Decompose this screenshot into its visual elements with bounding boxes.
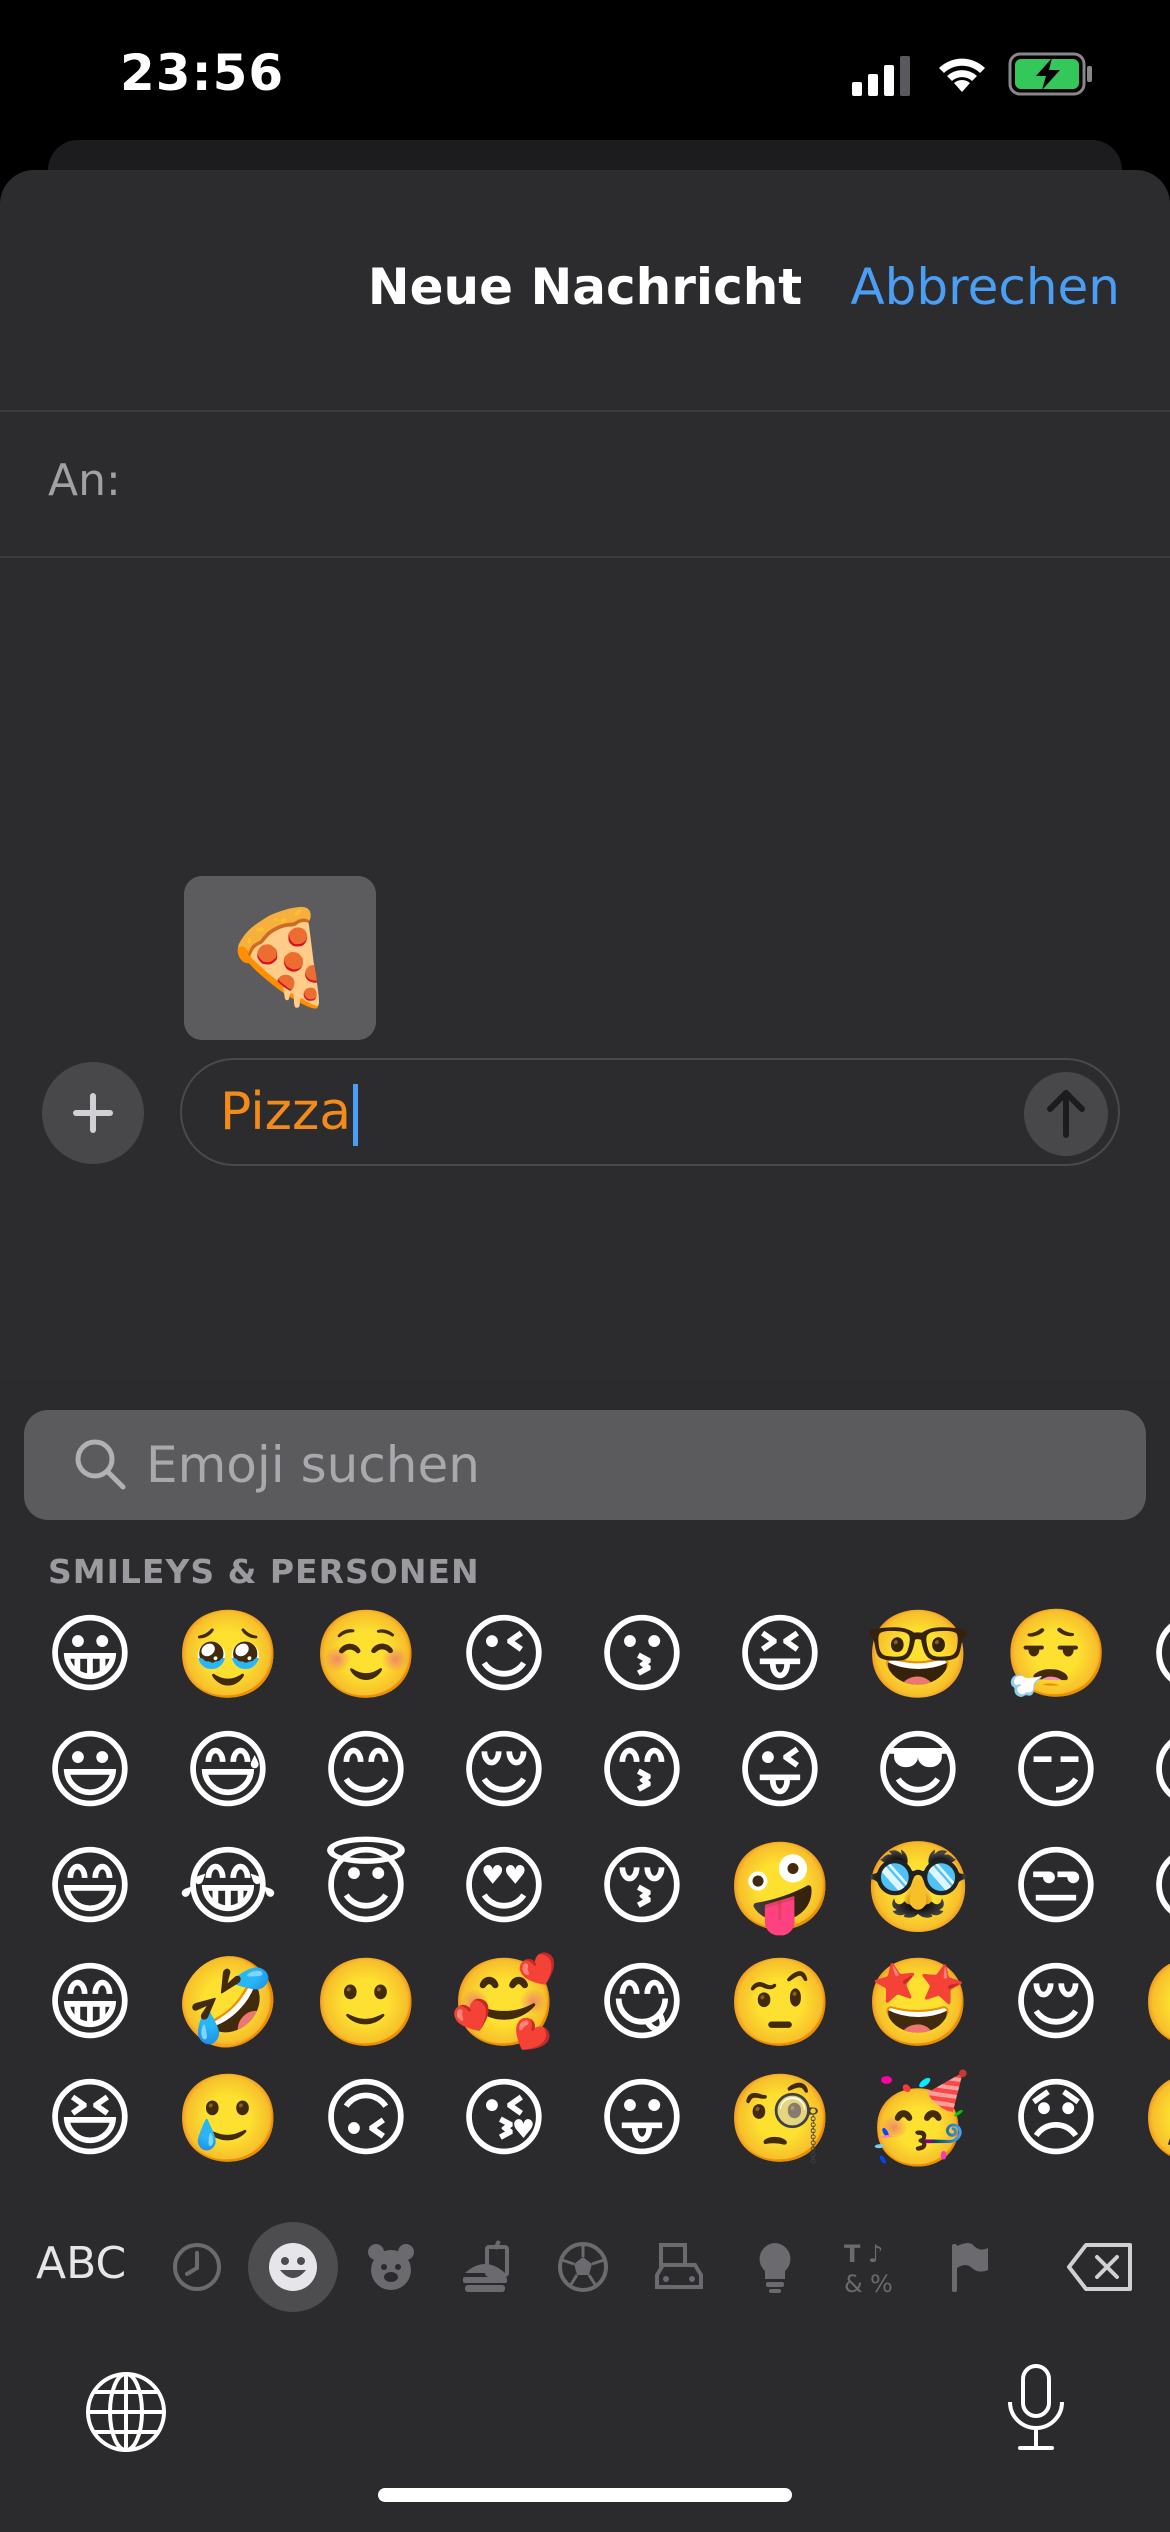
emoji-key[interactable]: 🤪 xyxy=(725,1832,835,1942)
wifi-icon xyxy=(939,58,985,92)
divider xyxy=(0,410,1170,412)
emoji-grid: 😀 😃 😄 😁 😆 🥹 😅 😂 🤣 🥲 ☺️ 😊 😇 🙂 🙃 😉 😌 😍 🥰 😘 😗 😙 😚 😋 😛 😝 😜 🤪 🤨 🧐 🤓 😎 🥸 🤩 🥳 😮‍💨 😏… xyxy=(0,1600,1170,2180)
emoji-key[interactable]: 😀 xyxy=(35,1600,145,1710)
search-icon xyxy=(75,1439,126,1490)
pizza-emoji: 🍕 xyxy=(222,904,338,1011)
emoji-key[interactable]: 😂 xyxy=(173,1832,283,1942)
animal-icon xyxy=(368,2244,414,2290)
symbols-icon: T ♪ & % xyxy=(844,2240,893,2296)
emoji-key[interactable]: 😮‍💨 xyxy=(1001,1600,1111,1710)
flags-icon xyxy=(952,2243,988,2292)
globe-icon[interactable] xyxy=(84,2370,168,2454)
emoji-key[interactable]: 😗 xyxy=(587,1600,697,1710)
tab-smileys[interactable] xyxy=(248,2222,338,2312)
emoji-key[interactable]: 🥹 xyxy=(173,1600,283,1710)
home-indicator xyxy=(378,2488,792,2502)
emoji-key[interactable]: 😃 xyxy=(35,1716,145,1826)
emoji-key[interactable]: ☺️ xyxy=(311,1600,421,1710)
emoji-key[interactable]: 😁 xyxy=(35,1948,145,2058)
tab-symbols[interactable]: T ♪ & % xyxy=(826,2222,916,2312)
emoji-key[interactable]: 😔 xyxy=(1139,1600,1170,1710)
tab-objects[interactable] xyxy=(730,2222,820,2312)
tab-recent[interactable] xyxy=(152,2222,242,2312)
emoji-category-bar: ABC T ♪ & % xyxy=(0,2200,1170,2330)
emoji-key[interactable]: 😕 xyxy=(1139,1832,1170,1942)
svg-text:T: T xyxy=(844,2240,861,2268)
emoji-key[interactable]: 😄 xyxy=(35,1832,145,1942)
emoji-key[interactable]: 🤣 xyxy=(173,1948,283,2058)
emoji-key[interactable]: 🤓 xyxy=(863,1600,973,1710)
tab-travel[interactable] xyxy=(634,2222,724,2312)
emoji-search-field[interactable]: Emoji suchen xyxy=(24,1410,1146,1520)
delete-button[interactable] xyxy=(1050,2222,1150,2312)
emoji-key[interactable]: 😊 xyxy=(311,1716,421,1826)
message-text: Pizza xyxy=(220,1082,352,1142)
text-cursor xyxy=(353,1084,359,1146)
new-message-sheet: Neue Nachricht Abbrechen An: xyxy=(0,170,1170,1380)
emoji-key[interactable]: 😘 xyxy=(449,2064,559,2174)
emoji-key[interactable]: 😙 xyxy=(587,1716,697,1826)
smiley-icon xyxy=(269,2243,317,2291)
emoji-key[interactable]: ☹️ xyxy=(1139,2064,1170,2174)
tab-activity[interactable] xyxy=(538,2222,628,2312)
svg-text:&: & xyxy=(844,2270,863,2296)
delete-backspace-icon xyxy=(1067,2243,1132,2291)
emoji-suggestion-button[interactable]: 🍕 xyxy=(184,876,376,1040)
status-bar: 23:56 xyxy=(0,0,1170,150)
abc-keyboard-button[interactable]: ABC xyxy=(36,2238,126,2289)
emoji-key[interactable]: 🙁 xyxy=(1139,1948,1170,2058)
arrow-up-icon xyxy=(1047,1090,1085,1138)
emoji-key[interactable]: 🧐 xyxy=(725,2064,835,2174)
objects-icon xyxy=(759,2243,791,2293)
add-attachment-button[interactable] xyxy=(42,1062,144,1164)
food-icon xyxy=(463,2240,509,2292)
emoji-search-placeholder: Emoji suchen xyxy=(146,1436,480,1494)
divider xyxy=(0,556,1170,558)
emoji-key[interactable]: 😒 xyxy=(1001,1832,1111,1942)
emoji-key[interactable]: 😆 xyxy=(35,2064,145,2174)
cellular-signal-icon xyxy=(852,56,910,96)
emoji-key[interactable]: 😋 xyxy=(587,1948,697,2058)
emoji-key[interactable]: 😏 xyxy=(1001,1716,1111,1826)
emoji-category-title: SMILEYS & PERSONEN xyxy=(48,1552,480,1591)
send-button[interactable] xyxy=(1024,1072,1108,1156)
emoji-key[interactable]: 😜 xyxy=(725,1716,835,1826)
emoji-key[interactable]: 🥲 xyxy=(173,2064,283,2174)
microphone-icon[interactable] xyxy=(1004,2362,1068,2454)
plus-icon xyxy=(73,1093,113,1133)
emoji-key[interactable]: 😝 xyxy=(725,1600,835,1710)
emoji-key[interactable]: 😎 xyxy=(863,1716,973,1826)
cancel-button[interactable]: Abbrechen xyxy=(850,258,1120,316)
activity-icon xyxy=(558,2242,608,2292)
status-time: 23:56 xyxy=(120,44,285,102)
emoji-key[interactable]: 😌 xyxy=(1001,1948,1111,2058)
emoji-key[interactable]: 🥸 xyxy=(863,1832,973,1942)
emoji-key[interactable]: 😛 xyxy=(587,2064,697,2174)
emoji-key[interactable]: 😍 xyxy=(449,1832,559,1942)
tab-flags[interactable] xyxy=(924,2222,1014,2312)
battery-charging-icon xyxy=(1008,52,1092,96)
emoji-keyboard: Emoji suchen SMILEYS & PERSONEN 😀 😃 😄 😁 😆 🥹 😅 😂… xyxy=(0,1380,1170,2532)
recipient-label[interactable]: An: xyxy=(48,455,121,506)
tab-animals[interactable] xyxy=(346,2222,436,2312)
emoji-key[interactable]: 🤩 xyxy=(863,1948,973,2058)
emoji-key[interactable]: 🥰 xyxy=(449,1948,559,2058)
emoji-key[interactable]: 🙃 xyxy=(311,2064,421,2174)
emoji-key[interactable]: 😌 xyxy=(449,1716,559,1826)
emoji-key[interactable]: 🙂 xyxy=(311,1948,421,2058)
emoji-key[interactable]: 🥳 xyxy=(863,2064,973,2174)
emoji-key[interactable]: 😅 xyxy=(173,1716,283,1826)
emoji-key[interactable]: 🤨 xyxy=(725,1948,835,2058)
emoji-key[interactable]: 😟 xyxy=(1139,1716,1170,1826)
emoji-key[interactable]: 😉 xyxy=(449,1600,559,1710)
message-input[interactable]: Pizza xyxy=(180,1058,1120,1166)
emoji-key[interactable]: 😞 xyxy=(1001,2064,1111,2174)
recent-icon xyxy=(173,2243,221,2291)
travel-icon xyxy=(655,2243,703,2289)
svg-text:♪: ♪ xyxy=(868,2240,883,2268)
svg-text:%: % xyxy=(870,2270,893,2296)
emoji-key[interactable]: 😇 xyxy=(311,1832,421,1942)
emoji-key[interactable]: 😚 xyxy=(587,1832,697,1942)
tab-food[interactable] xyxy=(442,2222,532,2312)
